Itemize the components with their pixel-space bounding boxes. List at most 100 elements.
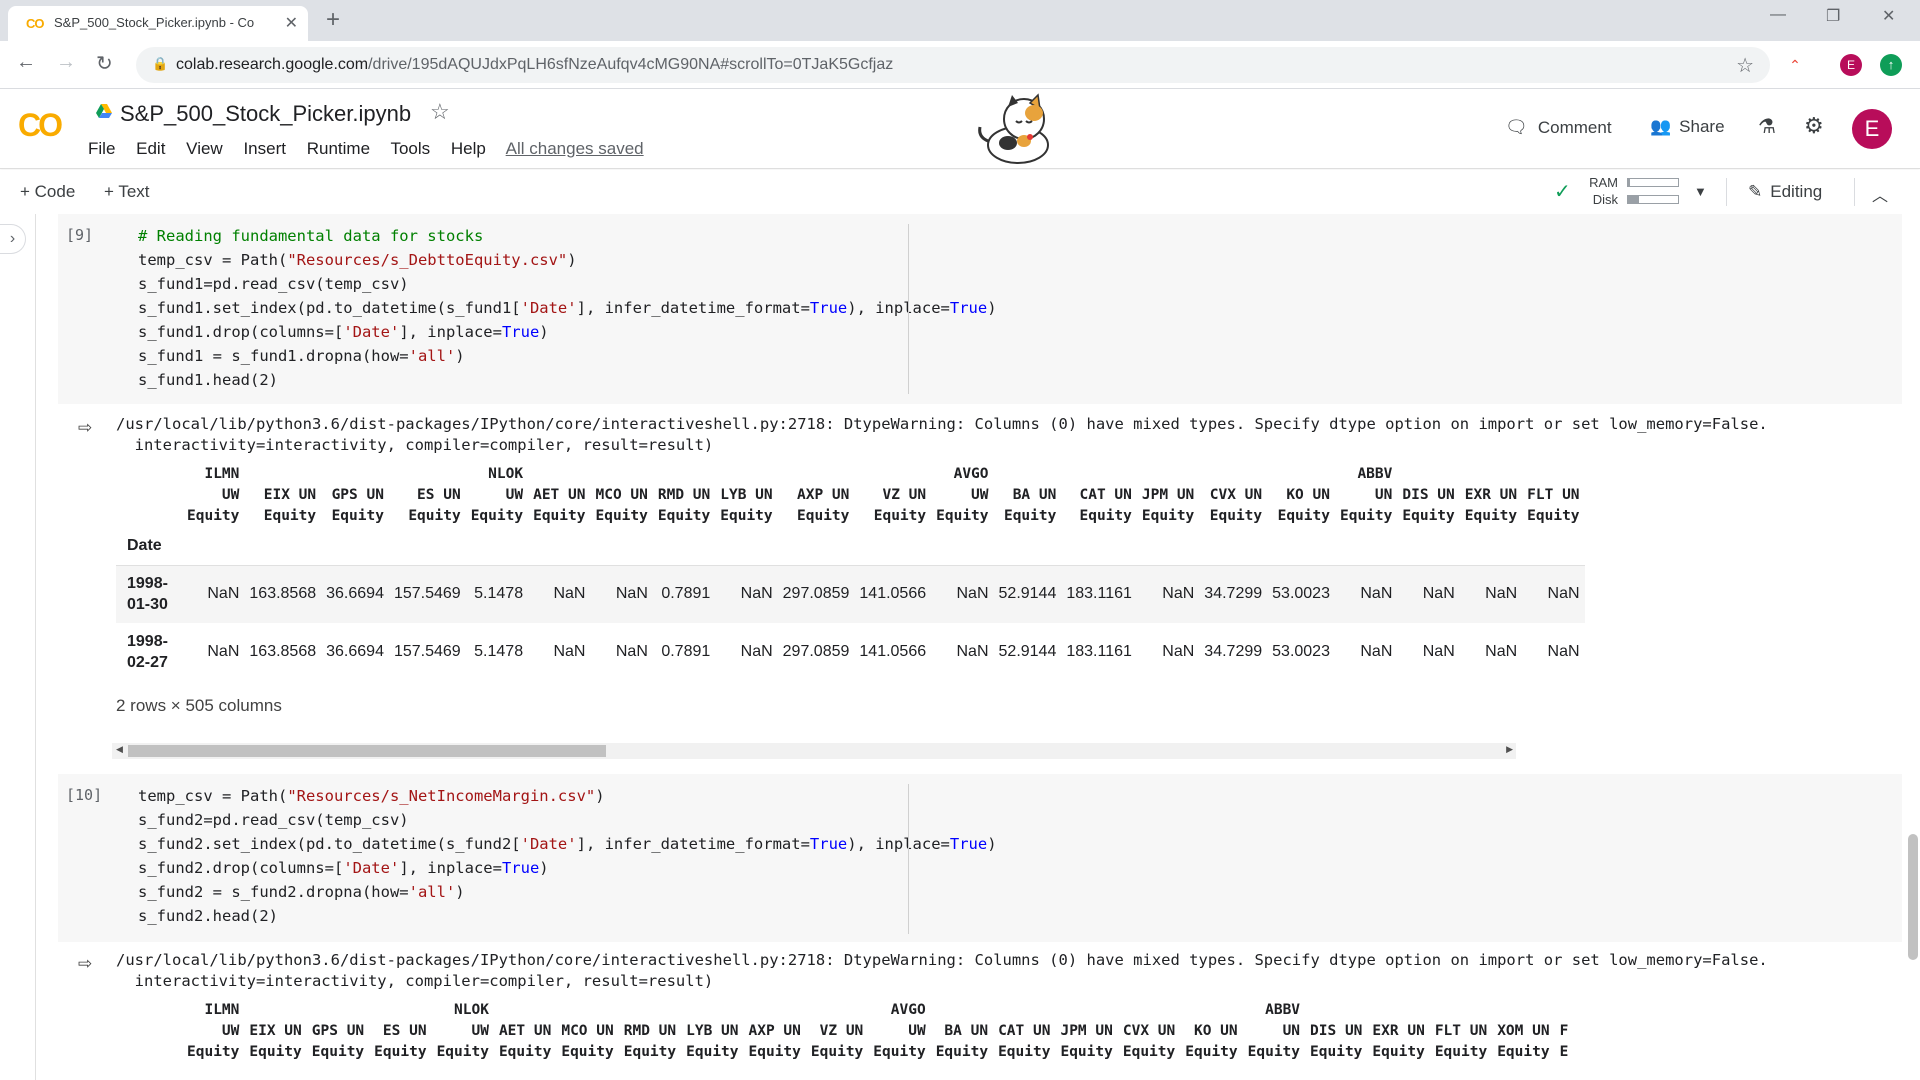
menu-runtime[interactable]: Runtime (307, 139, 370, 158)
left-gutter: › (0, 214, 36, 1080)
table-cell: NaN (553, 643, 586, 660)
bookmark-star-icon[interactable]: ☆ (1736, 53, 1754, 78)
add-code-button[interactable]: + Code (20, 182, 75, 202)
scroll-right-icon[interactable]: ▶ (1506, 744, 1513, 755)
table-cell: 141.0566 (859, 585, 927, 603)
code-cell[interactable]: [10] temp_csv = Path("Resources/s_NetInc… (58, 774, 1902, 942)
new-tab-icon[interactable]: + (326, 6, 340, 34)
code-line: s_fund2.set_index(pd.to_datetime(s_fund2… (138, 835, 997, 853)
table-cell: NaN (1547, 643, 1580, 660)
address-bar-row: ← → ↻ 🔒 colab.research.google.com/drive/… (0, 41, 1920, 89)
menu-tools[interactable]: Tools (390, 139, 430, 158)
minimize-icon[interactable]: — (1770, 6, 1786, 24)
table-cell: 34.7299 (1204, 585, 1263, 603)
colab-logo[interactable]: CO (18, 107, 63, 144)
profile-avatar[interactable]: E (1840, 54, 1862, 76)
forward-arrow-icon[interactable]: → (56, 51, 76, 74)
table-cell: 5.1478 (474, 643, 524, 660)
flask-icon[interactable]: ⚗ (1758, 114, 1776, 139)
avatar[interactable]: E (1852, 109, 1892, 149)
warning-line: /usr/local/lib/python3.6/dist-packages/I… (116, 415, 1768, 433)
column-header: CAT UN Equity (1079, 487, 1132, 524)
code-line: s_fund2.head(2) (138, 907, 278, 925)
column-header: ABBV UN Equity (1339, 466, 1393, 524)
table-row: 1998- 02-27 NaN 163.8568 36.6694 157.5469 5.14… (116, 623, 1585, 681)
column-header: CVX UN Equity (1122, 1023, 1176, 1060)
horizontal-scrollbar[interactable]: ◀ ▶ (112, 743, 1516, 759)
table-cell: 53.0023 (1272, 585, 1330, 603)
table-cell: NaN (956, 643, 989, 660)
add-text-button[interactable]: + Text (104, 182, 150, 202)
star-icon[interactable]: ☆ (430, 99, 450, 125)
table-cell: 297.0859 (782, 585, 850, 603)
table-cell: 297.0859 (782, 643, 850, 660)
code-cell[interactable]: [9] # Reading fundamental data for stock… (58, 214, 1902, 404)
output-icon[interactable]: ⇨ (78, 418, 92, 438)
table-cell: 157.5469 (393, 643, 461, 660)
reload-icon[interactable]: ↻ (96, 51, 113, 76)
collapse-header-icon[interactable]: ︿ (1872, 182, 1888, 206)
cat-mascot (978, 93, 1049, 164)
scroll-left-icon[interactable]: ◀ (116, 744, 123, 755)
menu-help[interactable]: Help (451, 139, 486, 158)
share-button[interactable]: 👥 Share (1650, 117, 1725, 137)
column-header: DIS UN Equity (1310, 1023, 1363, 1060)
column-header: ILMN UW Equity (187, 1002, 240, 1060)
menu-view[interactable]: View (186, 139, 223, 158)
editing-mode-button[interactable]: ✎ Editing (1748, 182, 1822, 202)
save-status-link[interactable]: All changes saved (506, 139, 644, 158)
column-header: DIS UN Equity (1402, 487, 1455, 524)
scrollbar-thumb[interactable] (1908, 834, 1918, 960)
index-name: Date (127, 537, 162, 555)
notebook-title[interactable]: S&P_500_Stock_Picker.ipynb (120, 101, 411, 127)
add-code-label: Code (34, 182, 76, 201)
warning-output: /usr/local/lib/python3.6/dist-packages/I… (116, 414, 1768, 456)
resource-labels[interactable]: RAM Disk (1556, 174, 1618, 208)
vertical-scrollbar[interactable] (1904, 214, 1920, 1080)
close-window-icon[interactable]: ✕ (1882, 6, 1895, 26)
table-cell: 183.1161 (1066, 585, 1132, 603)
code-editor[interactable]: # Reading fundamental data for stocks te… (138, 224, 997, 392)
toolbar-divider (1726, 178, 1727, 206)
table-cell: NaN (1162, 643, 1195, 660)
browser-tab-strip: CO S&P_500_Stock_Picker.ipynb - Co ✕ + —… (0, 0, 1920, 41)
column-header: AXP UN Equity (797, 487, 850, 524)
colab-favicon-icon: CO (26, 16, 44, 31)
column-header: RMD UN Equity (623, 1023, 677, 1060)
comment-button[interactable]: 🗨 Comment (1505, 117, 1612, 138)
scrollbar-thumb[interactable] (128, 745, 606, 757)
warning-line: /usr/local/lib/python3.6/dist-packages/I… (116, 951, 1768, 969)
toolbar-divider-2 (1854, 178, 1855, 206)
menu-file[interactable]: File (88, 139, 115, 158)
notebook-toolbar: + Code + Text ✓ RAM Disk ▼ ✎ Editing ︿ (0, 170, 1920, 214)
column-header: ABBV UN Equity (1247, 1002, 1301, 1060)
menu-edit[interactable]: Edit (136, 139, 165, 158)
table-cell: NaN (1422, 643, 1455, 660)
column-header: ES UN Equity (408, 487, 461, 524)
code-editor[interactable]: temp_csv = Path("Resources/s_NetIncomeMa… (138, 784, 997, 928)
gear-icon[interactable]: ⚙ (1804, 113, 1824, 139)
extension-icon[interactable]: ⌃ (1784, 54, 1806, 76)
comment-label: Comment (1537, 118, 1612, 137)
code-line: s_fund2=pd.read_csv(temp_csv) (138, 811, 409, 829)
header-separator-fill (182, 527, 1585, 565)
column-header: JPM UN Equity (1060, 1023, 1113, 1060)
table-cell: 157.5469 (393, 585, 461, 603)
column-header: MCO UN Equity (561, 1023, 614, 1060)
table-cell: 36.6694 (326, 643, 384, 660)
column-header: ES UN Equity (374, 1023, 427, 1060)
ram-meter (1627, 178, 1679, 187)
url-input[interactable]: 🔒 colab.research.google.com/drive/195dAQ… (136, 47, 1770, 83)
restore-icon[interactable]: ❐ (1826, 6, 1840, 26)
browser-tab[interactable]: CO S&P_500_Stock_Picker.ipynb - Co ✕ (8, 6, 308, 41)
lock-icon: 🔒 (152, 56, 169, 71)
expand-sidebar-icon[interactable]: › (0, 224, 26, 254)
menu-insert[interactable]: Insert (243, 139, 286, 158)
column-header: AET UN Equity (498, 1023, 552, 1060)
back-arrow-icon[interactable]: ← (16, 51, 36, 74)
column-header: ILMN UW Equity (187, 466, 240, 524)
update-arrow-icon[interactable]: ↑ (1880, 54, 1902, 76)
dropdown-arrow-icon[interactable]: ▼ (1694, 184, 1707, 199)
close-tab-icon[interactable]: ✕ (285, 13, 298, 33)
output-icon[interactable]: ⇨ (78, 954, 92, 974)
